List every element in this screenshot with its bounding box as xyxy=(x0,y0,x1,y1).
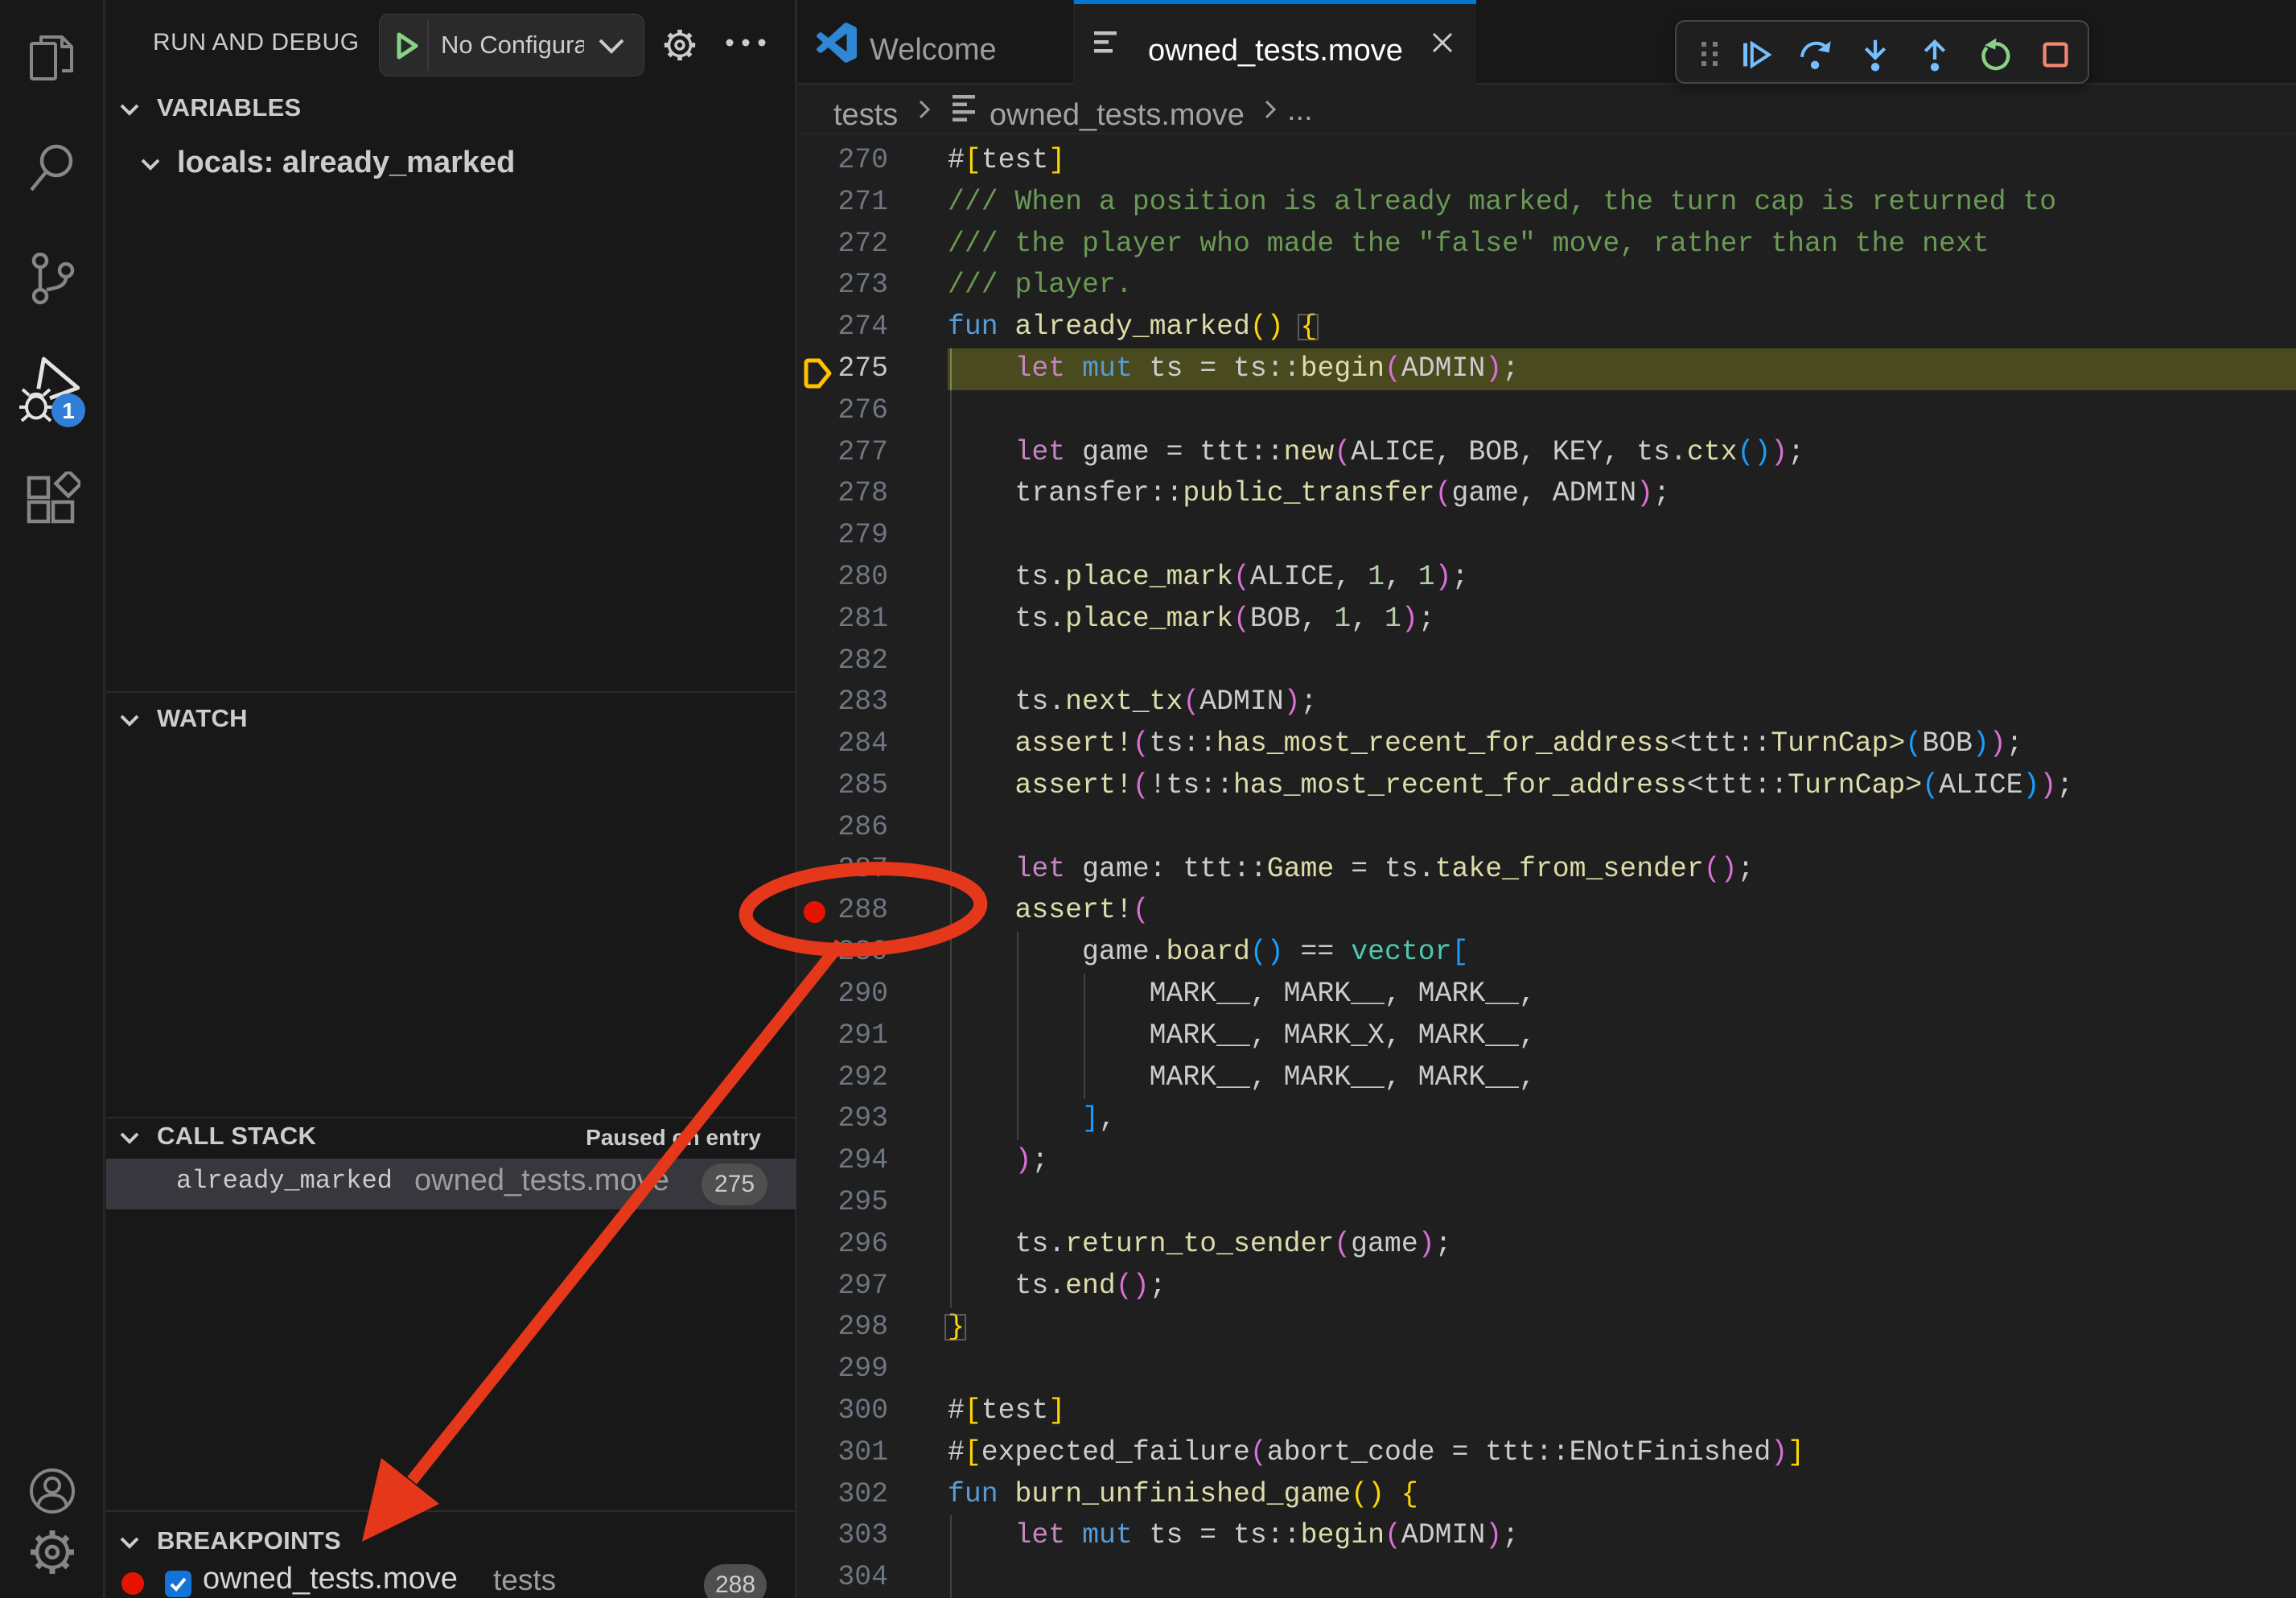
svg-text:1: 1 xyxy=(62,398,75,423)
